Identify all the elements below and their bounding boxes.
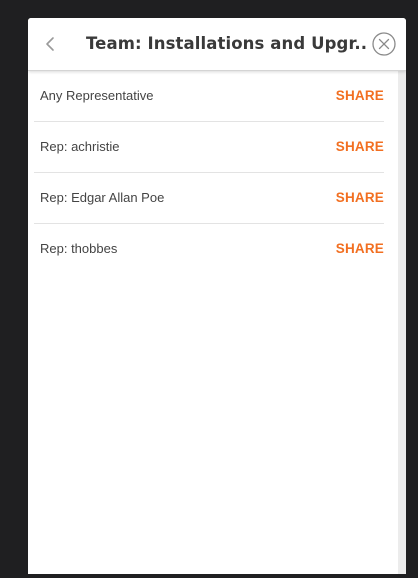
scrollbar[interactable] — [398, 71, 406, 574]
share-button[interactable]: SHARE — [336, 86, 384, 106]
representative-label: Any Representative — [40, 88, 154, 103]
list-item: Rep: thobbes SHARE — [34, 224, 384, 274]
panel-title: Team: Installations and Upgr... — [86, 34, 368, 53]
share-button[interactable]: SHARE — [336, 188, 384, 208]
list-item: Any Representative SHARE — [34, 71, 384, 122]
close-icon[interactable] — [371, 31, 397, 57]
share-button[interactable]: SHARE — [336, 137, 384, 157]
share-button[interactable]: SHARE — [336, 239, 384, 259]
list-item: Rep: achristie SHARE — [34, 122, 384, 173]
panel-header: Team: Installations and Upgr... — [28, 18, 406, 71]
representative-label: Rep: thobbes — [40, 241, 118, 256]
representative-list: Any Representative SHARE Rep: achristie … — [28, 71, 398, 274]
representative-label: Rep: Edgar Allan Poe — [40, 190, 165, 205]
representative-label: Rep: achristie — [40, 139, 120, 154]
share-panel: Team: Installations and Upgr... Any Repr… — [28, 18, 406, 574]
list-item: Rep: Edgar Allan Poe SHARE — [34, 173, 384, 224]
chevron-left-icon[interactable] — [40, 33, 60, 55]
